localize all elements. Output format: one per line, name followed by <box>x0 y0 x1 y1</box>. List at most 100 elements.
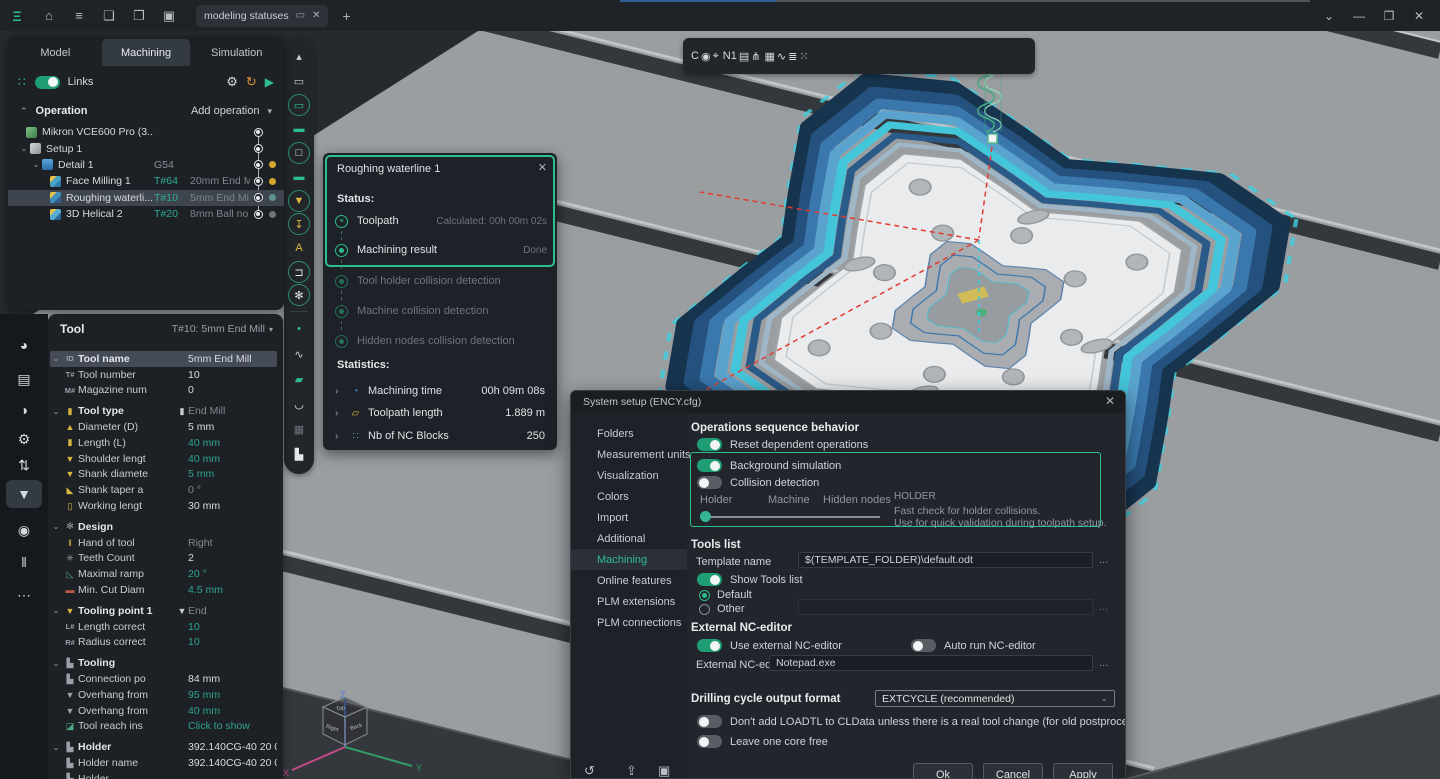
tool-property-row[interactable]: ⌄ ✻ Design <box>50 519 277 535</box>
slider-knob[interactable] <box>700 511 711 522</box>
property-value[interactable]: 20 ° <box>188 568 277 580</box>
tool-selector[interactable]: T#10: 5mm End Mill▾ <box>172 323 273 335</box>
ok-button[interactable]: Ok <box>913 763 973 779</box>
status-step[interactable]: Machining resultDone <box>335 242 547 258</box>
drill-format-select[interactable]: EXTCYCLE (recommended) ⌄ <box>875 690 1115 707</box>
property-value[interactable]: 84 mm <box>188 673 277 685</box>
tool-property-row[interactable]: ▼ Shoulder lengt 40 mm <box>50 451 277 467</box>
add-operation-chevron-icon[interactable]: ▾ <box>267 106 272 117</box>
tree-chevron-icon[interactable]: ⌄ <box>30 160 42 169</box>
dialog-close-icon[interactable]: ✕ <box>1105 394 1115 408</box>
tool-property-row[interactable]: ▙ Holder name 392.140CG-40 20 060 <box>50 755 277 771</box>
apply-button[interactable]: Apply <box>1053 763 1113 779</box>
property-value[interactable]: End <box>188 605 277 617</box>
expand-chevron-icon[interactable]: › <box>335 386 343 397</box>
import-settings-icon[interactable]: ⇪ <box>626 763 637 779</box>
expand-chevron-icon[interactable]: › <box>335 408 343 419</box>
operation-radio[interactable] <box>250 160 266 169</box>
tool-property-row[interactable]: R# Radius correct 10 <box>50 635 277 651</box>
use-nc-editor-toggle[interactable] <box>697 639 722 652</box>
template-browse-button[interactable]: ... <box>1099 554 1108 566</box>
autorun-nc-editor-toggle[interactable] <box>911 639 936 652</box>
add-operation-button[interactable]: Add operation <box>191 105 260 117</box>
operation-radio[interactable] <box>250 193 266 202</box>
row-chevron-icon[interactable]: ⌄ <box>50 743 62 752</box>
operation-radio[interactable] <box>250 144 266 153</box>
property-value[interactable]: 0 <box>188 384 277 396</box>
property-value[interactable]: 0 ° <box>188 484 277 496</box>
statistic-row[interactable]: ›◔Machining time00h 09m 08s <box>335 382 545 400</box>
collision-detection-toggle[interactable] <box>697 476 722 489</box>
tool-property-row[interactable]: M# Magazine num 0 <box>50 383 277 399</box>
property-value[interactable]: 10 <box>188 621 277 633</box>
statistic-row[interactable]: ›▱Toolpath length1.889 m <box>335 404 545 422</box>
tool-property-row[interactable]: ⌄ ▙ Tooling <box>50 655 277 671</box>
property-value[interactable]: 5 mm <box>188 421 277 433</box>
property-value[interactable]: 4.5 mm <box>188 584 277 596</box>
property-value[interactable]: 5mm End Mill <box>188 353 277 365</box>
reset-dependent-toggle[interactable] <box>697 438 722 451</box>
row-chevron-icon[interactable]: ⌄ <box>50 606 62 615</box>
tool-property-row[interactable]: ▮ Length (L) 40 mm <box>50 435 277 451</box>
operation-radio[interactable] <box>250 177 266 186</box>
tool-property-row[interactable]: ▙ Connection po 84 mm <box>50 671 277 687</box>
property-value[interactable]: 40 mm <box>188 705 277 717</box>
property-value[interactable]: 392.140CG-40 20 060 <box>188 741 277 753</box>
property-value[interactable]: 2 <box>188 552 277 564</box>
property-value[interactable]: 95 mm <box>188 689 277 701</box>
expand-chevron-icon[interactable]: › <box>335 431 343 442</box>
property-value[interactable]: End Mill <box>188 405 277 417</box>
operation-radio[interactable] <box>250 210 266 219</box>
tab-close-icon[interactable]: ✕ <box>312 10 320 21</box>
tool-property-row[interactable]: ⌄ ▮ Tool type ▮ End Mill <box>50 403 277 419</box>
tool-property-row[interactable]: T# Tool number 10 <box>50 367 277 383</box>
tool-property-row[interactable]: ⌄ ▙ Holder 392.140CG-40 20 060 <box>50 739 277 755</box>
popup-close-icon[interactable]: ✕ <box>538 161 547 174</box>
row-chevron-icon[interactable]: ⌄ <box>50 659 62 668</box>
status-step[interactable]: Tool holder collision detection <box>335 273 547 289</box>
recalculate-icon[interactable]: ↻ <box>246 74 257 90</box>
row-chevron-icon[interactable]: ⌄ <box>50 407 62 416</box>
nc-editor-browse-button[interactable]: ... <box>1099 657 1108 669</box>
tool-property-row[interactable]: ▲ Diameter (D) 5 mm <box>50 419 277 435</box>
tool-property-row[interactable]: ◣ Shank taper a 0 ° <box>50 482 277 498</box>
tool-property-row[interactable]: ▼ Overhang from 40 mm <box>50 703 277 719</box>
run-simulation-button[interactable]: ▶ <box>265 75 274 89</box>
save-settings-icon[interactable]: ▣ <box>658 763 670 779</box>
other-browse-button[interactable]: ... <box>1099 601 1108 613</box>
property-value[interactable]: 30 mm <box>188 500 277 512</box>
status-step[interactable]: ≡ToolpathCalculated: 00h 00m 02s <box>335 213 547 229</box>
property-value[interactable]: 40 mm <box>188 453 277 465</box>
property-value[interactable]: 5 mm <box>188 468 277 480</box>
default-radio[interactable] <box>699 590 710 601</box>
operation-tree-row[interactable]: ⌄ Detail 1 G54 <box>8 157 284 173</box>
show-tools-list-toggle[interactable] <box>697 573 722 586</box>
property-value[interactable]: 40 mm <box>188 437 277 449</box>
tool-property-row[interactable]: ◪ Tool reach ins Click to show <box>50 719 277 735</box>
tool-property-row[interactable]: ▯ Working lengt 30 mm <box>50 498 277 514</box>
reset-settings-icon[interactable]: ↺ <box>584 763 595 779</box>
property-value[interactable]: 10 <box>188 636 277 648</box>
property-value[interactable]: 10 <box>188 369 277 381</box>
tool-property-row[interactable]: ▙ Holder <box>50 771 277 779</box>
tool-property-row[interactable]: ⌄ ▼ Tooling point 1 ▼ End <box>50 603 277 619</box>
cancel-button[interactable]: Cancel <box>983 763 1043 779</box>
tool-property-row[interactable]: ✳ Teeth Count 2 <box>50 551 277 567</box>
status-step[interactable]: Machine collision detection <box>335 303 547 319</box>
nc-editor-input[interactable]: Notepad.exe <box>769 655 1093 671</box>
loadtl-toggle[interactable] <box>697 715 722 728</box>
tool-property-row[interactable]: ▼ Shank diamete 5 mm <box>50 467 277 483</box>
other-radio[interactable] <box>699 604 710 615</box>
tool-property-row[interactable]: ▼ Overhang from 95 mm <box>50 687 277 703</box>
tool-property-row[interactable]: L# Length correct 10 <box>50 619 277 635</box>
collision-level-slider[interactable] <box>700 510 880 524</box>
operation-tree-row[interactable]: ⌄ Setup 1 <box>8 140 284 156</box>
operation-tree-row[interactable]: Face Milling 1 T#64 20mm End M <box>8 173 284 189</box>
property-value[interactable]: 392.140CG-40 20 060 <box>188 757 277 769</box>
collapse-icon[interactable]: ⌃ <box>20 106 28 117</box>
tool-property-row[interactable]: ‖ Hand of tool Right <box>50 535 277 551</box>
other-template-input[interactable] <box>798 599 1093 615</box>
leave-core-toggle[interactable] <box>697 735 722 748</box>
template-name-input[interactable]: $(TEMPLATE_FOLDER)\default.odt <box>798 552 1093 568</box>
tool-property-row[interactable]: ⌄ ID Tool name 5mm End Mill <box>50 351 277 367</box>
